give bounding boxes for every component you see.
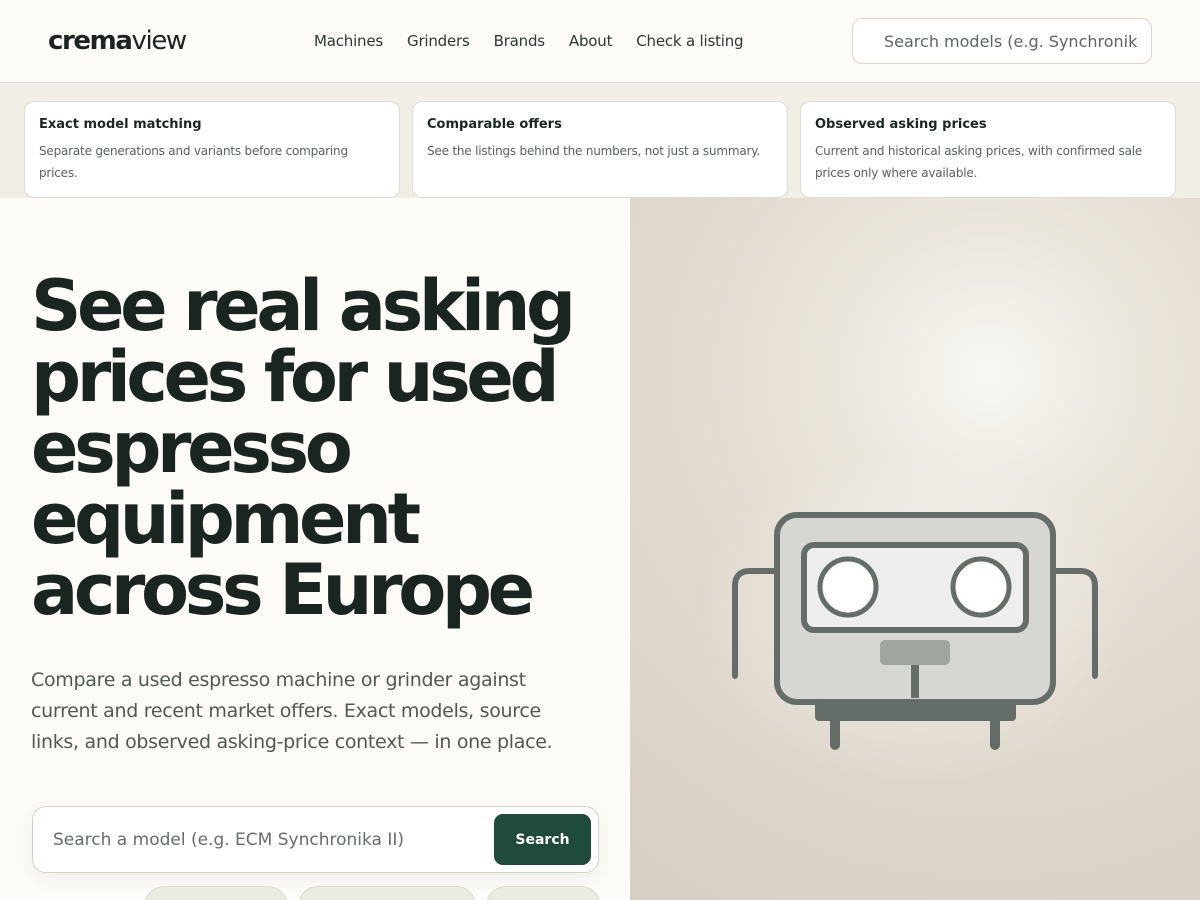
popular-models-row: [32, 886, 601, 900]
logo-bold-text: crema: [48, 26, 133, 56]
main-nav: Machines Grinders Brands About Check a l…: [314, 31, 744, 51]
logo-light-text: view: [131, 26, 188, 56]
features-strip: Exact model matching Separate generation…: [0, 83, 1200, 198]
model-chip[interactable]: [144, 886, 288, 900]
feature-card-exact-matching: Exact model matching Separate generation…: [24, 101, 400, 198]
feature-card-asking-prices: Observed asking prices Current and histo…: [800, 101, 1176, 198]
site-header: cremaview Machines Grinders Brands About…: [0, 0, 1200, 83]
espresso-machine-icon: [732, 512, 1098, 750]
feature-title: Comparable offers: [427, 117, 562, 132]
logo[interactable]: cremaview: [48, 26, 188, 56]
nav-link-check-listing[interactable]: Check a listing: [636, 31, 743, 51]
model-chip[interactable]: [298, 886, 476, 900]
hero-search-input[interactable]: [53, 821, 493, 859]
feature-description: Separate generations and variants before…: [39, 144, 348, 180]
hero-illustration-panel: [630, 198, 1200, 900]
feature-card-comparable-offers: Comparable offers See the listings behin…: [412, 101, 788, 198]
hero-section: See real asking prices for used espresso…: [0, 198, 630, 900]
nav-link-about[interactable]: About: [569, 31, 613, 51]
nav-link-brands[interactable]: Brands: [494, 31, 545, 51]
feature-title: Observed asking prices: [815, 117, 987, 132]
hero-title: See real asking prices for used espresso…: [31, 265, 576, 631]
nav-link-machines[interactable]: Machines: [314, 31, 383, 51]
search-button[interactable]: Search: [494, 814, 591, 865]
header-search-input[interactable]: [852, 18, 1152, 64]
nav-link-grinders[interactable]: Grinders: [407, 31, 470, 51]
hero-search-box: Search: [32, 806, 599, 873]
feature-description: Current and historical asking prices, wi…: [815, 144, 1143, 180]
feature-title: Exact model matching: [39, 117, 202, 132]
model-chip[interactable]: [486, 886, 601, 900]
hero-subtitle: Compare a used espresso machine or grind…: [31, 669, 553, 753]
feature-description: See the listings behind the numbers, not…: [427, 144, 761, 158]
